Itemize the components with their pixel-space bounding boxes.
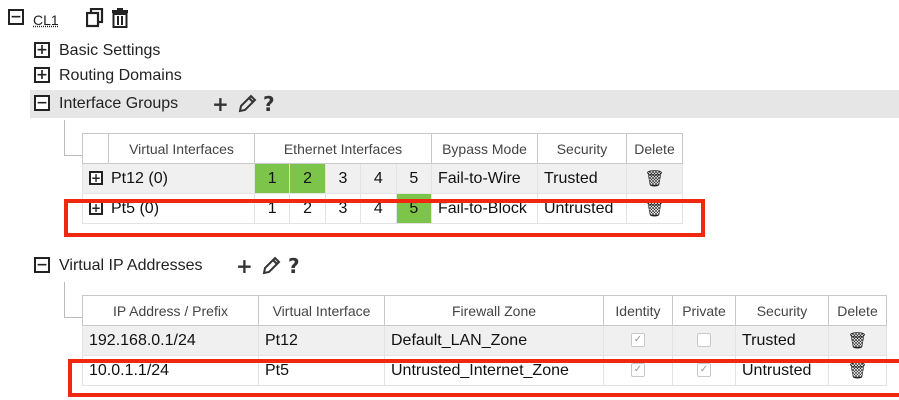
copy-icon[interactable] xyxy=(85,7,104,33)
port-1[interactable]: 1 xyxy=(253,163,291,194)
tree-item-basic-settings[interactable]: Basic Settings xyxy=(59,42,160,60)
header-ip-address-prefix[interactable]: IP Address / Prefix xyxy=(82,295,259,326)
edit-icon[interactable] xyxy=(237,94,257,119)
header-expander xyxy=(82,133,109,164)
row-name-cell: + Pt12 (0) xyxy=(82,163,255,194)
help-icon[interactable]: ? xyxy=(263,92,275,116)
header-virtual-interface[interactable]: Virtual Interface xyxy=(258,295,385,326)
collapse-toggle-root[interactable]: − xyxy=(8,9,24,25)
help-icon[interactable]: ? xyxy=(288,254,300,278)
add-icon[interactable]: + xyxy=(236,254,253,278)
header-identity[interactable]: Identity xyxy=(603,295,673,326)
port-4[interactable]: 4 xyxy=(360,163,397,194)
port-3[interactable]: 3 xyxy=(324,163,362,194)
header-delete: Delete xyxy=(626,133,683,164)
port-2[interactable]: 2 xyxy=(289,163,326,194)
tree-item-routing-domains[interactable]: Routing Domains xyxy=(59,67,182,85)
virtual-interface-name[interactable]: Pt12 (0) xyxy=(111,170,168,187)
identity-cell: ✓ xyxy=(603,325,673,356)
collapse-toggle-virtual-ip-addresses[interactable]: − xyxy=(34,257,50,273)
trash-icon[interactable] xyxy=(111,8,129,33)
header-private[interactable]: Private xyxy=(672,295,736,326)
firewall-zone-value: Default_LAN_Zone xyxy=(384,325,604,356)
bypass-mode-value: Fail-to-Wire xyxy=(431,163,538,194)
tree-item-virtual-ip-addresses[interactable]: Virtual IP Addresses xyxy=(59,257,203,275)
collapse-toggle-interface-groups[interactable]: − xyxy=(34,95,50,111)
highlight-box-10-0-1-1-row xyxy=(68,359,899,397)
ip-address-value[interactable]: 192.168.0.1/24 xyxy=(82,325,259,356)
header-delete: Delete xyxy=(828,295,887,326)
tree-root-label[interactable]: CL1 xyxy=(33,12,59,28)
header-virtual-interfaces[interactable]: Virtual Interfaces xyxy=(108,133,255,164)
delete-cell: 🗑 xyxy=(626,163,683,194)
header-security[interactable]: Security xyxy=(735,295,829,326)
private-checkbox[interactable] xyxy=(697,333,711,348)
delete-cell: 🗑 xyxy=(828,325,887,356)
trash-icon[interactable]: 🗑 xyxy=(847,331,867,350)
identity-checkbox[interactable]: ✓ xyxy=(631,333,645,348)
private-cell xyxy=(672,325,736,356)
trash-icon[interactable]: 🗑 xyxy=(644,169,664,188)
table-row: 192.168.0.1/24 Pt12 Default_LAN_Zone ✓ T… xyxy=(82,325,887,356)
expand-toggle-row[interactable]: + xyxy=(89,171,103,186)
port-5[interactable]: 5 xyxy=(395,163,433,194)
header-firewall-zone[interactable]: Firewall Zone xyxy=(384,295,604,326)
security-value: Trusted xyxy=(537,163,627,194)
add-icon[interactable]: + xyxy=(212,92,229,116)
virtual-interface-value: Pt12 xyxy=(258,325,385,356)
header-security[interactable]: Security xyxy=(537,133,627,164)
edit-icon[interactable] xyxy=(261,256,281,281)
header-bypass-mode[interactable]: Bypass Mode xyxy=(431,133,538,164)
header-ethernet-interfaces[interactable]: Ethernet Interfaces xyxy=(254,133,432,164)
table-row: + Pt12 (0) 1 2 3 4 5 Fail-to-Wire Trusted… xyxy=(82,163,683,194)
tree-item-interface-groups[interactable]: Interface Groups xyxy=(59,95,178,113)
expand-toggle-routing-domains[interactable]: + xyxy=(34,67,50,83)
expand-toggle-basic-settings[interactable]: + xyxy=(34,42,50,58)
highlight-box-pt5-row xyxy=(64,199,705,237)
security-value: Trusted xyxy=(735,325,829,356)
